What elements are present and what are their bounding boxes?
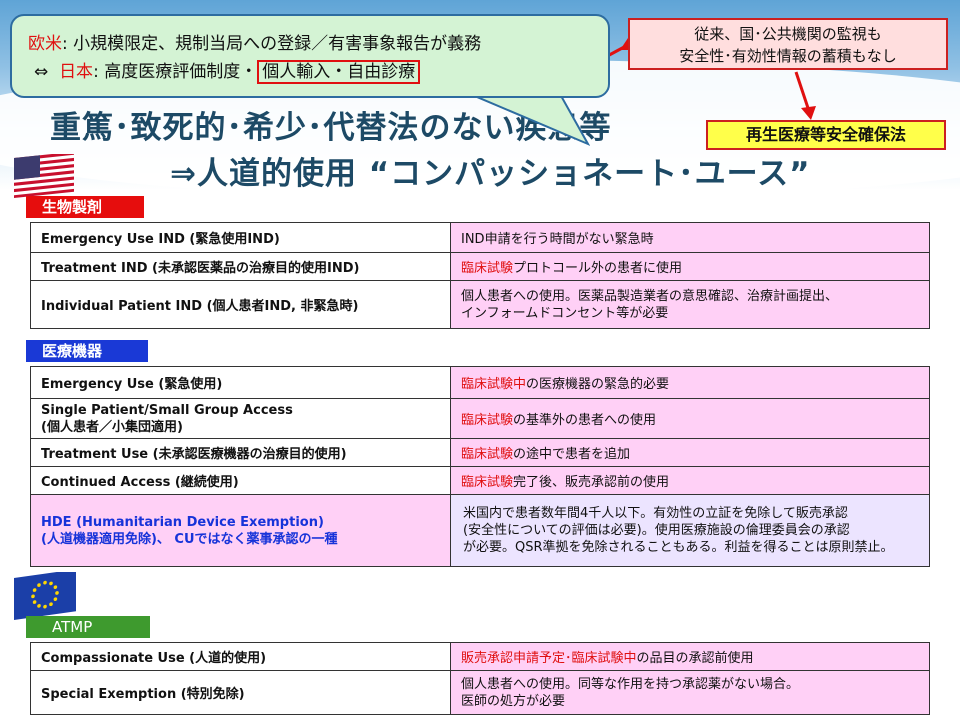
callout-west-label: 欧米 [28, 34, 62, 54]
row-label: HDE (Humanitarian Device Exemption) (人道機… [30, 494, 451, 567]
row-highlight: 臨床試験 [461, 447, 514, 462]
table-row: Continued Access (継続使用) 臨床試験完了後、販売承認前の使用 [30, 466, 930, 495]
row-highlight: 販売承認申請予定･臨床試験中 [461, 651, 637, 666]
row-description: 販売承認申請予定･臨床試験中の品目の承認前使用 [450, 642, 930, 671]
row-text: の途中で患者を追加 [513, 447, 631, 462]
row-text-line: 個人患者への使用。同等な作用を持つ承認薬がない場合。 [461, 676, 800, 692]
row-text: プロトコール外の患者に使用 [513, 261, 683, 276]
callout-line-2: ⇔ 日本: 高度医療評価制度・ 個人輸入・自由診療 [28, 58, 594, 86]
callout-highlight: 個人輸入・自由診療 [257, 60, 421, 84]
row-description: 臨床試験の途中で患者を追加 [450, 438, 930, 467]
row-description: 米国内で患者数年間4千人以下。有効性の立証を免除して販売承認 (安全性についての… [450, 494, 930, 567]
atmp-table: Compassionate Use (人道的使用) 販売承認申請予定･臨床試験中… [30, 642, 930, 715]
callout-japan-label: 日本 [59, 62, 94, 82]
row-label: Emergency Use (緊急使用) [30, 366, 451, 399]
row-label: Continued Access (継続使用) [30, 466, 451, 495]
devices-table: Emergency Use (緊急使用) 臨床試験中の医療機器の緊急的必要 Si… [30, 366, 930, 567]
table-row: Special Exemption (特別免除) 個人患者への使用。同等な作用を… [30, 670, 930, 715]
section-tag-biologics: 生物製剤 [26, 196, 144, 218]
row-description: 臨床試験プロトコール外の患者に使用 [450, 252, 930, 281]
row-label: Emergency Use IND (緊急使用IND) [30, 222, 451, 253]
note-line-1: 従来、国･公共機関の監視も [694, 25, 882, 43]
table-row: Treatment IND (未承認医薬品の治療目的使用IND) 臨床試験プロト… [30, 252, 930, 281]
table-row: HDE (Humanitarian Device Exemption) (人道機… [30, 494, 930, 567]
note-box: 従来、国･公共機関の監視も 安全性･有効性情報の蓄積もなし [628, 18, 948, 70]
row-label: Single Patient/Small Group Access (個人患者／… [30, 398, 451, 439]
biologics-table: Emergency Use IND (緊急使用IND) IND申請を行う時間がな… [30, 222, 930, 329]
table-row: Treatment Use (未承認医療機器の治療目的使用) 臨床試験の途中で患… [30, 438, 930, 467]
page-title-line-2: ⇒人道的使用 “コンパッショネート･ユース” [170, 156, 811, 192]
table-row: Compassionate Use (人道的使用) 販売承認申請予定･臨床試験中… [30, 642, 930, 671]
row-text: の基準外の患者への使用 [513, 413, 657, 428]
row-text-line: (安全性についての評価は必要)。使用医療施設の倫理委員会の承認 [463, 523, 850, 538]
row-text-line: インフォームドコンセント等が必要 [461, 305, 669, 321]
equivalence-arrow: ⇔ [34, 62, 49, 82]
table-row: Individual Patient IND (個人患者IND, 非緊急時) 個… [30, 280, 930, 329]
note-line-2: 安全性･有効性情報の蓄積もなし [679, 47, 897, 65]
row-text: の品目の承認前使用 [636, 651, 754, 666]
callout-tail [470, 94, 590, 146]
row-label: Compassionate Use (人道的使用) [30, 642, 451, 671]
callout-west-text: : 小規模限定、規制当局への登録／有害事象報告が義務 [62, 34, 482, 54]
row-highlight: 臨床試験 [461, 261, 514, 276]
row-description: 臨床試験完了後、販売承認前の使用 [450, 466, 930, 495]
row-label: Treatment Use (未承認医療機器の治療目的使用) [30, 438, 451, 467]
row-description: 個人患者への使用。医薬品製造業者の意思確認、治療計画提出、 インフォームドコンセ… [450, 280, 930, 329]
row-highlight: 臨床試験 [461, 475, 514, 490]
section-tag-atmp: ATMP [26, 616, 150, 638]
callout-bubble: 欧米: 小規模限定、規制当局への登録／有害事象報告が義務 ⇔ 日本: 高度医療評… [10, 14, 610, 98]
section-tag-devices: 医療機器 [26, 340, 148, 362]
table-row: Emergency Use (緊急使用) 臨床試験中の医療機器の緊急的必要 [30, 366, 930, 399]
law-badge: 再生医療等安全確保法 [706, 120, 946, 150]
row-label-line: (個人患者／小集団適用) [41, 419, 183, 435]
callout-japan-text: : 高度医療評価制度・ [93, 62, 258, 82]
arrow-down-icon [801, 106, 816, 120]
row-description: 臨床試験中の医療機器の緊急的必要 [450, 366, 930, 399]
row-label-line: HDE (Humanitarian Device Exemption) [41, 514, 324, 530]
row-text: 完了後、販売承認前の使用 [513, 475, 670, 490]
row-highlight: 臨床試験 [461, 413, 514, 428]
us-flag-icon [14, 154, 74, 198]
table-row: Single Patient/Small Group Access (個人患者／… [30, 398, 930, 439]
row-label-line: (人道機器適用免除)、 CUではなく薬事承認の一種 [41, 531, 338, 547]
row-description: IND申請を行う時間がない緊急時 [450, 222, 930, 253]
callout-line-1: 欧米: 小規模限定、規制当局への登録／有害事象報告が義務 [28, 30, 594, 58]
row-label: Special Exemption (特別免除) [30, 670, 451, 715]
row-description: 個人患者への使用。同等な作用を持つ承認薬がない場合。 医師の処方が必要 [450, 670, 930, 715]
row-label: Treatment IND (未承認医薬品の治療目的使用IND) [30, 252, 451, 281]
table-row: Emergency Use IND (緊急使用IND) IND申請を行う時間がな… [30, 222, 930, 253]
row-description: 臨床試験の基準外の患者への使用 [450, 398, 930, 439]
row-text-line: 個人患者への使用。医薬品製造業者の意思確認、治療計画提出、 [461, 288, 839, 304]
row-text: の医療機器の緊急的必要 [526, 377, 670, 392]
row-text-line: 医師の処方が必要 [461, 693, 566, 709]
row-highlight: 臨床試験中 [461, 377, 527, 392]
row-label: Individual Patient IND (個人患者IND, 非緊急時) [30, 280, 451, 329]
row-text-line: が必要。QSR準拠を免除されることもある。利益を得ることは原則禁止。 [463, 540, 894, 555]
row-label-line: Single Patient/Small Group Access [41, 402, 293, 418]
row-text-line: 米国内で患者数年間4千人以下。有効性の立証を免除して販売承認 [463, 506, 848, 521]
